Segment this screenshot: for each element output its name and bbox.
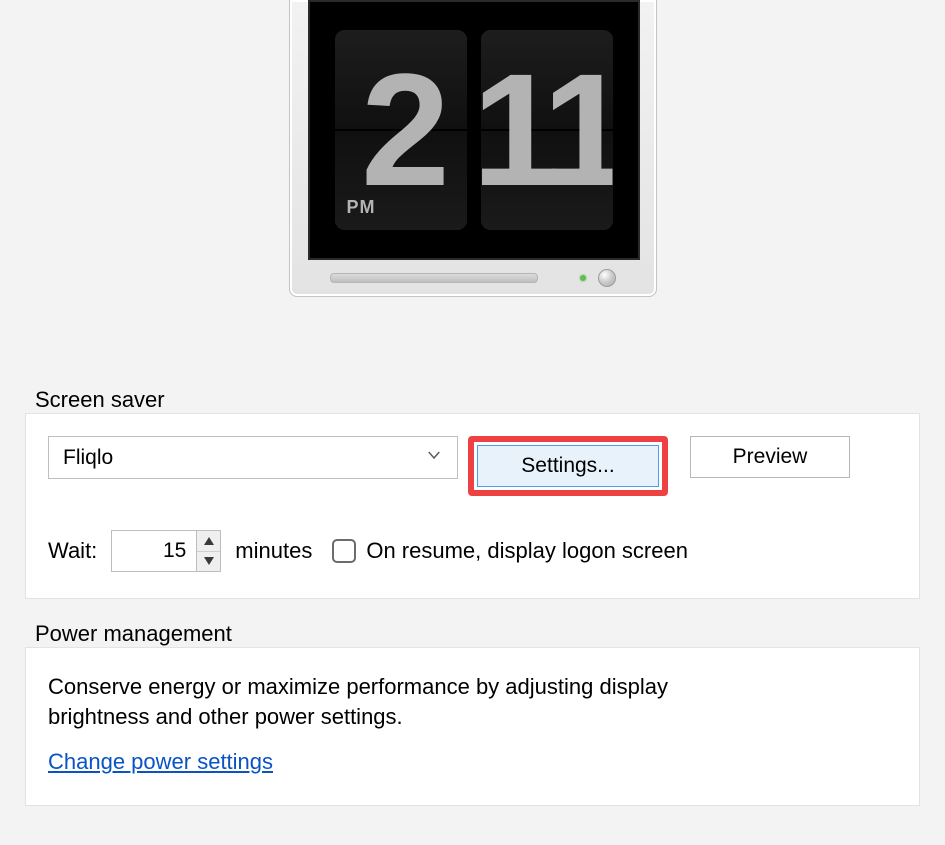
flipclock-minute: 11 11 xyxy=(481,30,613,230)
monitor-bezel xyxy=(308,260,638,296)
monitor-screen: PM 2 2 11 11 xyxy=(308,0,640,260)
screensaver-select-value: Fliqlo xyxy=(63,446,113,470)
wait-spinner[interactable] xyxy=(111,530,221,572)
screensaver-select[interactable]: Fliqlo xyxy=(48,436,458,479)
spinner-down-button[interactable] xyxy=(197,552,220,572)
on-resume-checkbox[interactable]: On resume, display logon screen xyxy=(332,538,688,564)
power-button-icon xyxy=(598,269,616,287)
screensaver-preview-area: PM 2 2 11 11 xyxy=(25,0,920,297)
flipclock-hour: PM 2 2 xyxy=(335,30,467,230)
minutes-label: minutes xyxy=(235,538,312,564)
wait-input[interactable] xyxy=(112,531,196,571)
spinner-up-button[interactable] xyxy=(197,531,220,552)
checkbox-box-icon xyxy=(332,539,356,563)
monitor-frame: PM 2 2 11 11 xyxy=(289,0,657,297)
wait-label: Wait: xyxy=(48,538,97,564)
monitor-tray xyxy=(330,273,538,283)
power-led-icon xyxy=(580,275,586,281)
screensaver-group: Screen saver Fliqlo Settings... Preview … xyxy=(25,387,920,599)
power-management-group: Power management Conserve energy or maxi… xyxy=(25,621,920,806)
settings-highlight: Settings... xyxy=(468,436,668,496)
chevron-down-icon xyxy=(425,446,443,470)
settings-button[interactable]: Settings... xyxy=(477,445,659,487)
preview-button[interactable]: Preview xyxy=(690,436,850,478)
power-legend: Power management xyxy=(31,621,236,647)
change-power-settings-link[interactable]: Change power settings xyxy=(48,749,273,775)
power-description: Conserve energy or maximize performance … xyxy=(48,672,728,731)
on-resume-label: On resume, display logon screen xyxy=(366,538,688,564)
screensaver-legend: Screen saver xyxy=(31,387,169,413)
